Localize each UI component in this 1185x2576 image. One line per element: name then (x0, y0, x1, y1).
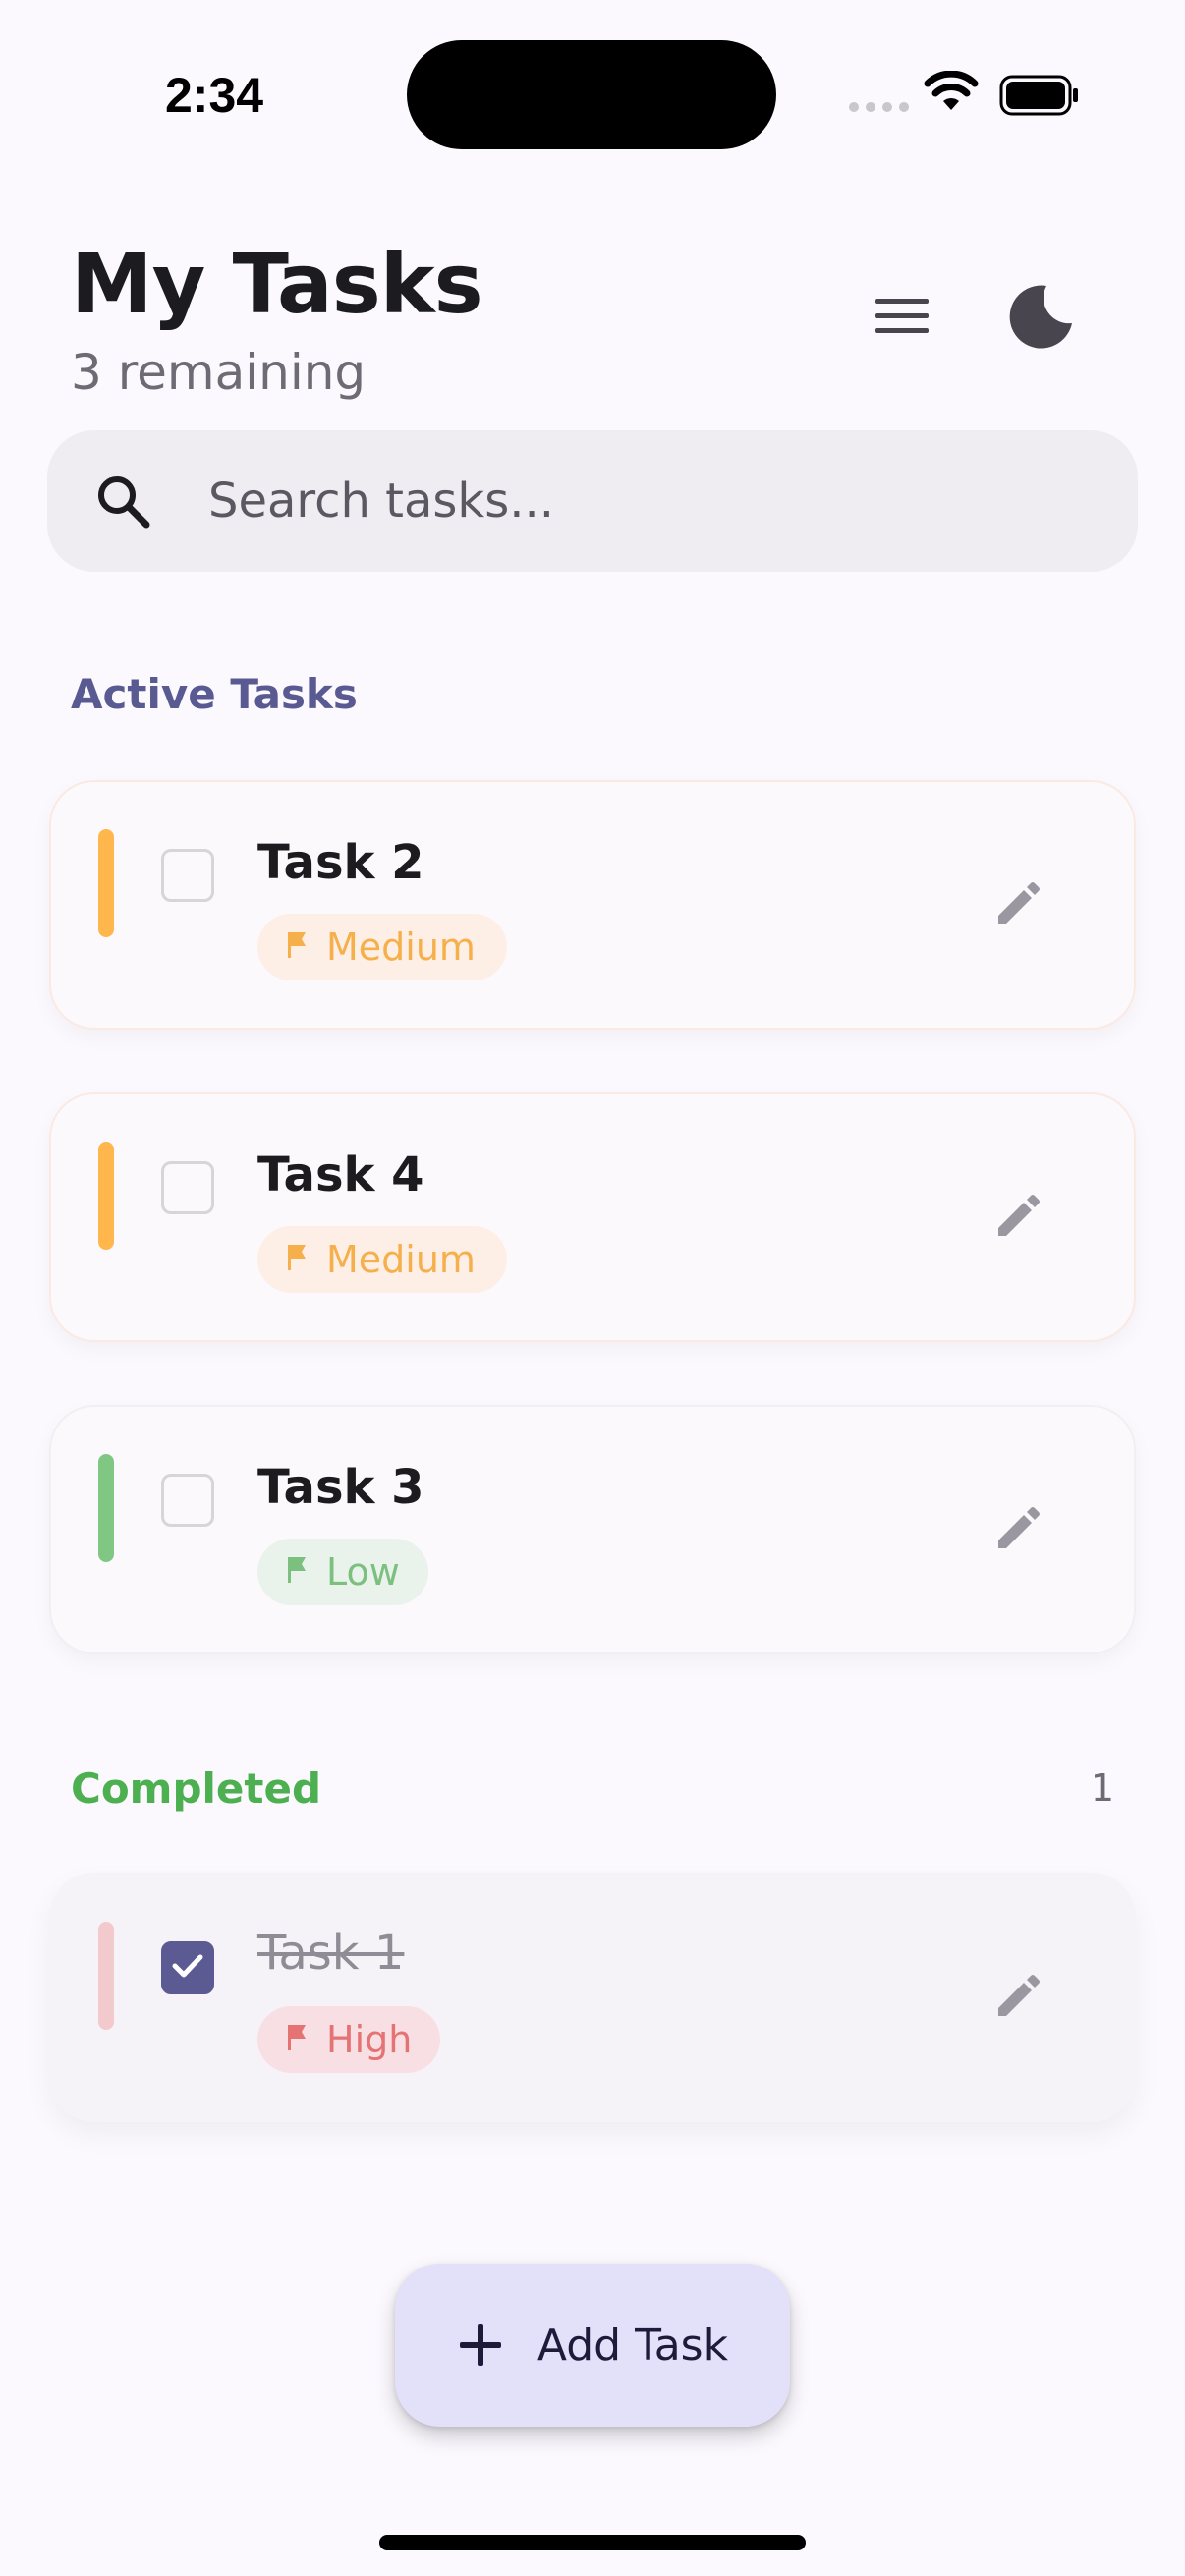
priority-indicator (98, 829, 114, 937)
task-checkbox[interactable] (161, 1941, 214, 1994)
task-title: Task 2 (257, 835, 424, 890)
task-checkbox[interactable] (161, 1161, 214, 1214)
priority-chip: Medium (257, 914, 507, 980)
edit-task-button[interactable] (979, 1179, 1057, 1258)
task-checkbox[interactable] (161, 1474, 214, 1527)
home-indicator (379, 2535, 806, 2550)
priority-chip: Medium (257, 1226, 507, 1293)
wifi-icon (924, 70, 979, 118)
signal-dots-icon (849, 102, 909, 112)
battery-icon (999, 75, 1080, 120)
completed-heading: Completed (71, 1764, 322, 1813)
app-screen: 2:34 My Tasks 3 remaining Search tasks..… (0, 0, 1185, 2576)
pencil-icon (992, 1503, 1044, 1558)
search-bar[interactable] (47, 430, 1138, 572)
hamburger-menu-icon (875, 299, 929, 333)
search-input[interactable] (208, 474, 1073, 529)
task-title: Task 3 (257, 1460, 424, 1515)
priority-label: Medium (326, 1238, 476, 1281)
active-tasks-heading: Active Tasks (71, 670, 358, 718)
flag-icon (285, 1550, 310, 1594)
flag-icon (285, 1238, 310, 1281)
task-card[interactable]: Task 1 High (49, 1873, 1136, 2122)
task-title: Task 4 (257, 1148, 424, 1203)
edit-task-button[interactable] (979, 867, 1057, 945)
pencil-icon (992, 1191, 1044, 1246)
add-task-button[interactable]: Add Task (395, 2264, 790, 2427)
task-card[interactable]: Task 3 Low (49, 1405, 1136, 1654)
menu-button[interactable] (861, 275, 943, 358)
completed-count: 1 (1090, 1766, 1114, 1810)
flag-icon (285, 2018, 310, 2061)
task-checkbox[interactable] (161, 849, 214, 902)
remaining-count: 3 remaining (71, 344, 367, 401)
theme-toggle-button[interactable] (1000, 275, 1083, 358)
priority-chip: Low (257, 1539, 428, 1605)
task-title: Task 1 (257, 1926, 405, 1981)
edit-task-button[interactable] (979, 1959, 1057, 2038)
priority-label: Low (326, 1550, 400, 1594)
priority-indicator (98, 1922, 114, 2030)
priority-indicator (98, 1454, 114, 1562)
flag-icon (285, 925, 310, 969)
status-time: 2:34 (165, 68, 264, 123)
priority-label: High (326, 2018, 413, 2061)
priority-indicator (98, 1142, 114, 1250)
task-card[interactable]: Task 2 Medium (49, 780, 1136, 1030)
pencil-icon (992, 1971, 1044, 2026)
search-icon (88, 467, 157, 535)
page-title: My Tasks (71, 236, 483, 332)
task-card[interactable]: Task 4 Medium (49, 1092, 1136, 1342)
plus-icon (459, 2324, 501, 2366)
pencil-icon (992, 878, 1044, 933)
edit-task-button[interactable] (979, 1491, 1057, 1570)
dynamic-island (407, 40, 776, 149)
checkmark-icon (168, 1946, 207, 1989)
add-task-label: Add Task (536, 2320, 729, 2371)
priority-label: Medium (326, 925, 476, 969)
priority-chip: High (257, 2006, 440, 2073)
moon-icon (1009, 285, 1072, 349)
